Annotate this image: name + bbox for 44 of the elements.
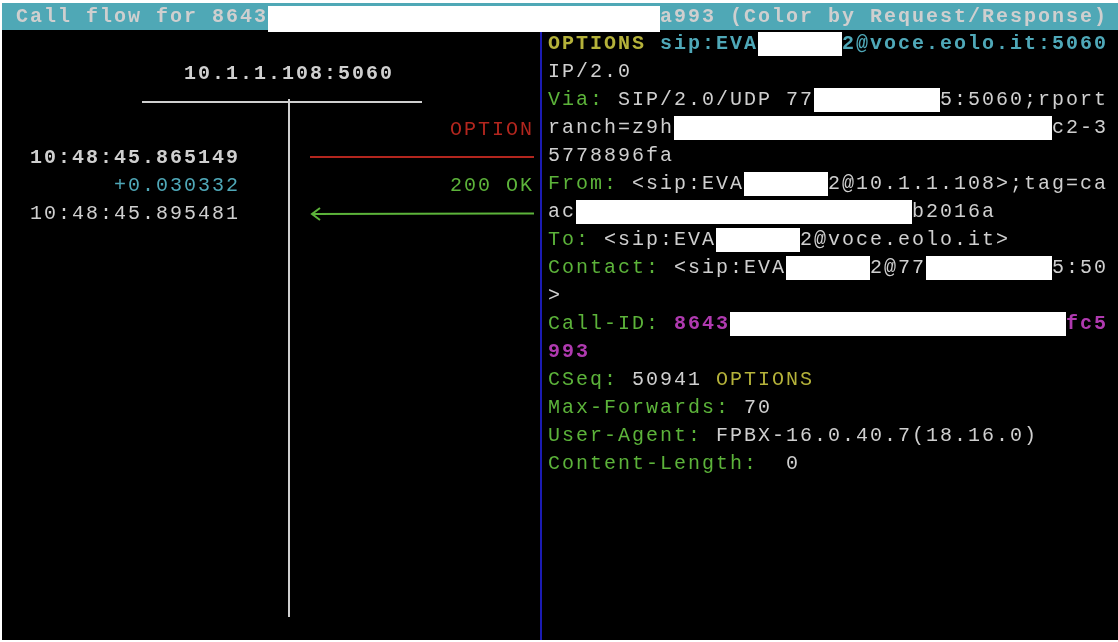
call-id: 8643 — [674, 311, 731, 337]
header-name: To: — [548, 227, 591, 253]
header-value: 70 — [744, 395, 773, 421]
timestamp: 10:48:45.865149 — [28, 145, 240, 171]
header-value: 5:5060;rport — [940, 87, 1109, 113]
time-delta: +0.030332 — [112, 173, 240, 199]
header-name: Max-Forwards: — [548, 395, 732, 421]
sip-uri: sip:EVA — [660, 31, 759, 57]
call-id: fc5 — [1066, 311, 1109, 337]
header-name: User-Agent: — [548, 423, 704, 449]
header-value: FPBX-16.0.40.7(18.16.0) — [716, 423, 1039, 449]
header-value: IP/2.0 — [548, 59, 632, 85]
header-value: 2@voce.eolo.it> — [800, 227, 1011, 253]
header-value: SIP/2.0/UDP 77 — [618, 87, 815, 113]
header-value: ranch=z9h — [548, 115, 675, 141]
header-name: CSeq: — [548, 367, 619, 393]
sip-method: OPTIONS — [548, 31, 647, 57]
sip-uri: 2@voce.eolo.it:5060 — [842, 31, 1109, 57]
header-name: Content-Length: — [548, 451, 760, 477]
message-arrow[interactable] — [310, 207, 534, 221]
header-name: Contact: — [548, 255, 661, 281]
header-value: 2@77 — [870, 255, 927, 281]
message-label[interactable]: 200 OK — [310, 172, 534, 200]
timestamp: 10:48:45.895481 — [28, 201, 240, 227]
header-value: 5778896fa — [548, 143, 675, 169]
header-value: 5:50 — [1052, 255, 1109, 281]
window-title: a993 (Color by Request/Response) — [660, 4, 1109, 30]
header-value: ac — [548, 199, 576, 225]
call-id: 993 — [548, 339, 590, 365]
header-value: b2016a — [912, 199, 997, 225]
header-value: 0 — [785, 451, 801, 477]
sip-method: OPTIONS — [716, 367, 815, 393]
header-value: <sip:EVA — [674, 255, 787, 281]
header-value: > — [548, 283, 562, 309]
host-label: 10.1.1.108:5060 — [183, 61, 395, 87]
header-value: c2-3 — [1052, 115, 1109, 141]
header-name: Call-ID: — [548, 311, 661, 337]
header-value: 50941 — [632, 367, 704, 393]
header-value: <sip:EVA — [632, 171, 745, 197]
header-value: <sip:EVA — [604, 227, 717, 253]
header-name: Via: — [548, 87, 605, 113]
header-value: 2@10.1.1.108>;tag=ca — [828, 171, 1109, 197]
window-title: Call flow for 8643 — [16, 4, 269, 30]
header-name: From: — [548, 171, 619, 197]
